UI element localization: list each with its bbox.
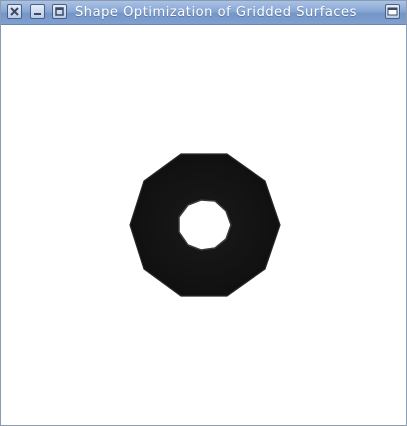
surface-render (129, 153, 281, 297)
app-window: Shape Optimization of Gridded Surfaces (0, 0, 407, 426)
maximize-button[interactable] (52, 4, 67, 19)
minimize-button[interactable] (30, 4, 45, 19)
minimize-icon (34, 13, 41, 15)
window-title: Shape Optimization of Gridded Surfaces (75, 5, 357, 20)
title-bar[interactable]: Shape Optimization of Gridded Surfaces (1, 1, 406, 25)
window-menu-button[interactable] (385, 4, 400, 19)
close-icon (10, 7, 19, 16)
maximize-icon (55, 7, 64, 16)
window-menu-icon (387, 7, 398, 16)
render-viewport[interactable] (3, 25, 404, 424)
close-button[interactable] (7, 4, 22, 19)
